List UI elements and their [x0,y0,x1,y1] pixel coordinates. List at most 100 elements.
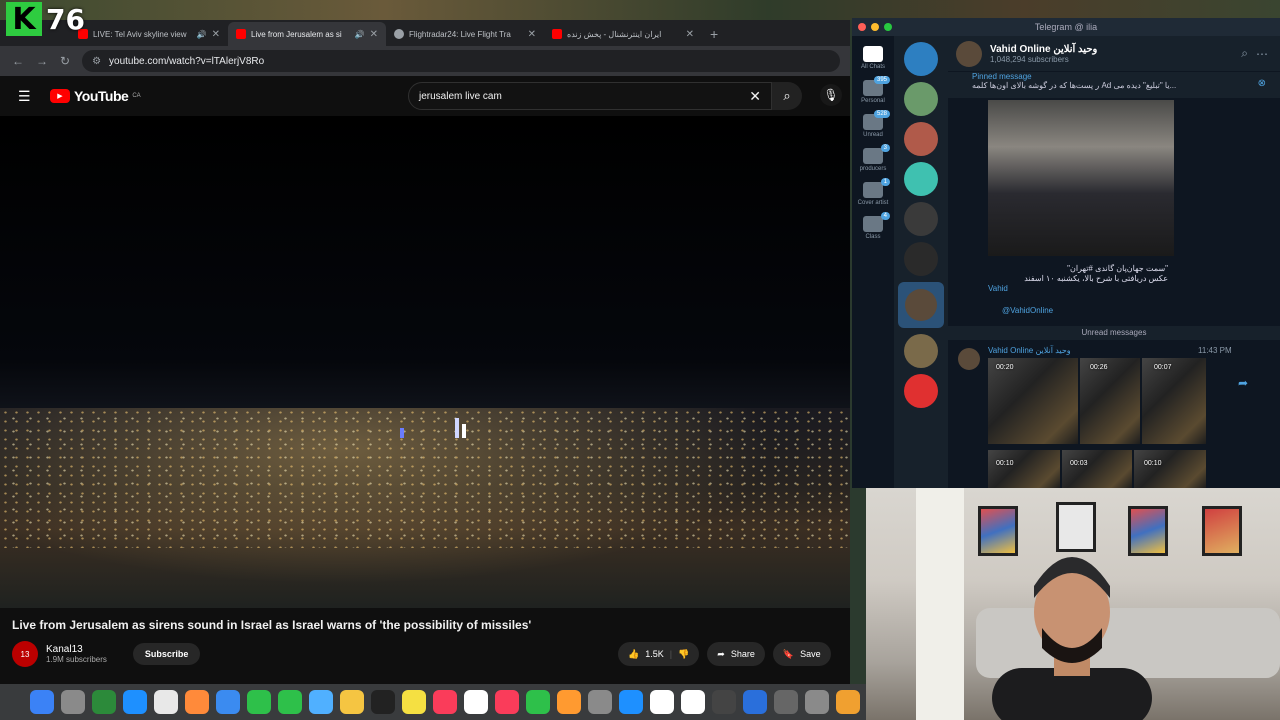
reload-icon[interactable]: ↻ [60,54,70,68]
chat-avatar[interactable] [904,42,938,76]
video-thumbnail[interactable] [1062,450,1132,488]
folder-item[interactable]: 395 Personal [852,76,894,104]
stickies-icon[interactable] [402,690,426,714]
chat-avatar[interactable] [904,122,938,156]
video-thumbnail[interactable] [988,450,1060,488]
video-player[interactable] [0,116,850,608]
search-input[interactable]: jerusalem live cam ✕ [408,82,772,110]
save-button[interactable]: 🔖 Save [772,642,831,666]
message-photo[interactable] [988,100,1174,256]
tv-icon[interactable] [371,690,395,714]
mail-icon[interactable] [216,690,240,714]
app5-icon[interactable] [805,690,829,714]
zoom-window-icon[interactable] [884,23,892,31]
video-thumbnail[interactable] [1142,358,1206,444]
messages-icon[interactable] [278,690,302,714]
folder-item[interactable]: 528 Unread [852,110,894,138]
chat-avatar[interactable] [904,374,938,408]
chat-avatar[interactable] [904,242,938,276]
chat-avatar[interactable] [904,334,938,368]
unread-badge: 528 [873,110,890,118]
author-avatar[interactable] [958,348,980,370]
safari-icon[interactable] [123,690,147,714]
photos-icon[interactable] [185,690,209,714]
browser-tab[interactable]: ایران اینترنشنال - پخش زنده ✕ [544,22,702,46]
app2-icon[interactable] [712,690,736,714]
numbers-icon[interactable] [526,690,550,714]
new-tab-icon[interactable]: + [702,26,726,46]
browser-window: LIVE: Tel Aviv skyline view 🔊 ✕ Live fro… [0,20,850,684]
folder-item[interactable]: 4 Class [852,212,894,240]
app4-icon[interactable] [774,690,798,714]
post-author[interactable]: Vahid Online وحید آنلاین [988,346,1071,355]
browser-tab[interactable]: LIVE: Tel Aviv skyline view 🔊 ✕ [70,22,228,46]
chat-avatar[interactable] [904,202,938,236]
browser-tab-active[interactable]: Live from Jerusalem as si 🔊 ✕ [228,22,386,46]
speaker-icon[interactable]: 🔊 [355,30,365,39]
calendar2-icon[interactable] [681,690,705,714]
search-button[interactable]: ⌕ [772,82,802,110]
calendar-icon[interactable] [464,690,488,714]
site-info-icon[interactable]: ⚙ [92,56,101,67]
chat-avatar-selected[interactable] [898,282,944,328]
menu-icon[interactable]: ☰ [18,88,31,105]
folder-label: Cover artist [857,200,889,206]
maps-icon[interactable] [309,690,333,714]
folder-sidebar: All Chats 395 Personal 528 Unread 3 producers 1… [852,36,894,488]
video-thumbnail[interactable] [1080,358,1140,444]
video-thumbnail[interactable] [1134,450,1206,488]
subscribe-button[interactable]: Subscribe [132,643,201,665]
facetime-icon[interactable] [247,690,271,714]
speaker-icon[interactable]: 🔊 [197,30,207,39]
close-pinned-icon[interactable]: ⊗ [1258,78,1266,89]
more-icon[interactable]: ⋯ [1256,47,1268,61]
forward-icon[interactable]: ➦ [1238,376,1248,390]
app3-icon[interactable] [743,690,767,714]
folder-item[interactable]: All Chats [852,46,894,70]
like-button[interactable]: 👍 1.5K | 👎 [618,642,700,666]
thumbs-down-icon[interactable]: 👎 [678,649,689,660]
message-area: "سمت جهان‌پان گاندی #تهران" عکس دریافتی … [948,98,1280,488]
minimize-window-icon[interactable] [871,23,879,31]
pinned-message-bar[interactable]: Pinned message ر پست‌ها که در گوشه بالای… [948,72,1280,98]
folder-item[interactable]: 3 producers [852,144,894,172]
app6-icon[interactable] [836,690,860,714]
music-icon[interactable] [433,690,457,714]
close-tab-icon[interactable]: ✕ [370,29,378,40]
youtube-logo[interactable]: ▶ YouTube CA [50,88,141,104]
folder-item[interactable]: 1 Cover artist [852,178,894,206]
address-bar[interactable]: ⚙ youtube.com/watch?v=lTAlerjV8Ro [82,50,840,72]
browser-tab[interactable]: Flightradar24: Live Flight Tra ✕ [386,22,544,46]
channel-handle-link[interactable]: @VahidOnline [1002,306,1053,315]
channel-name[interactable]: Vahid Online وحید آنلاین [990,44,1097,55]
folder-label: producers [859,166,887,172]
channel-avatar[interactable]: 13 [12,641,38,667]
app-icon[interactable] [92,690,116,714]
channel-avatar[interactable] [956,40,982,67]
share-button[interactable]: ➦ Share [707,642,765,666]
chrome-icon[interactable] [154,690,178,714]
close-window-icon[interactable] [858,23,866,31]
launchpad-icon[interactable] [61,690,85,714]
close-tab-icon[interactable]: ✕ [686,29,694,40]
close-tab-icon[interactable]: ✕ [528,29,536,40]
unread-badge: 1 [880,178,890,186]
chat-avatar[interactable] [904,82,938,116]
message-signature[interactable]: Vahid [988,284,1168,293]
voice-search-button[interactable]: 🎙 [820,84,842,106]
forward-icon[interactable]: → [36,54,48,68]
channel-name[interactable]: Kanal13 [46,644,107,655]
close-tab-icon[interactable]: ✕ [212,29,220,40]
news-icon[interactable] [495,690,519,714]
clear-search-icon[interactable]: ✕ [749,88,761,105]
notes-icon[interactable] [340,690,364,714]
pages-icon[interactable] [557,690,581,714]
notion-icon[interactable] [650,690,674,714]
finder-icon[interactable] [30,690,54,714]
back-icon[interactable]: ← [12,54,24,68]
window-title: Telegram @ ilia [852,18,1280,36]
appstore-icon[interactable] [619,690,643,714]
settings-icon[interactable] [588,690,612,714]
chat-avatar[interactable] [904,162,938,196]
search-icon[interactable]: ⌕ [1241,46,1248,61]
